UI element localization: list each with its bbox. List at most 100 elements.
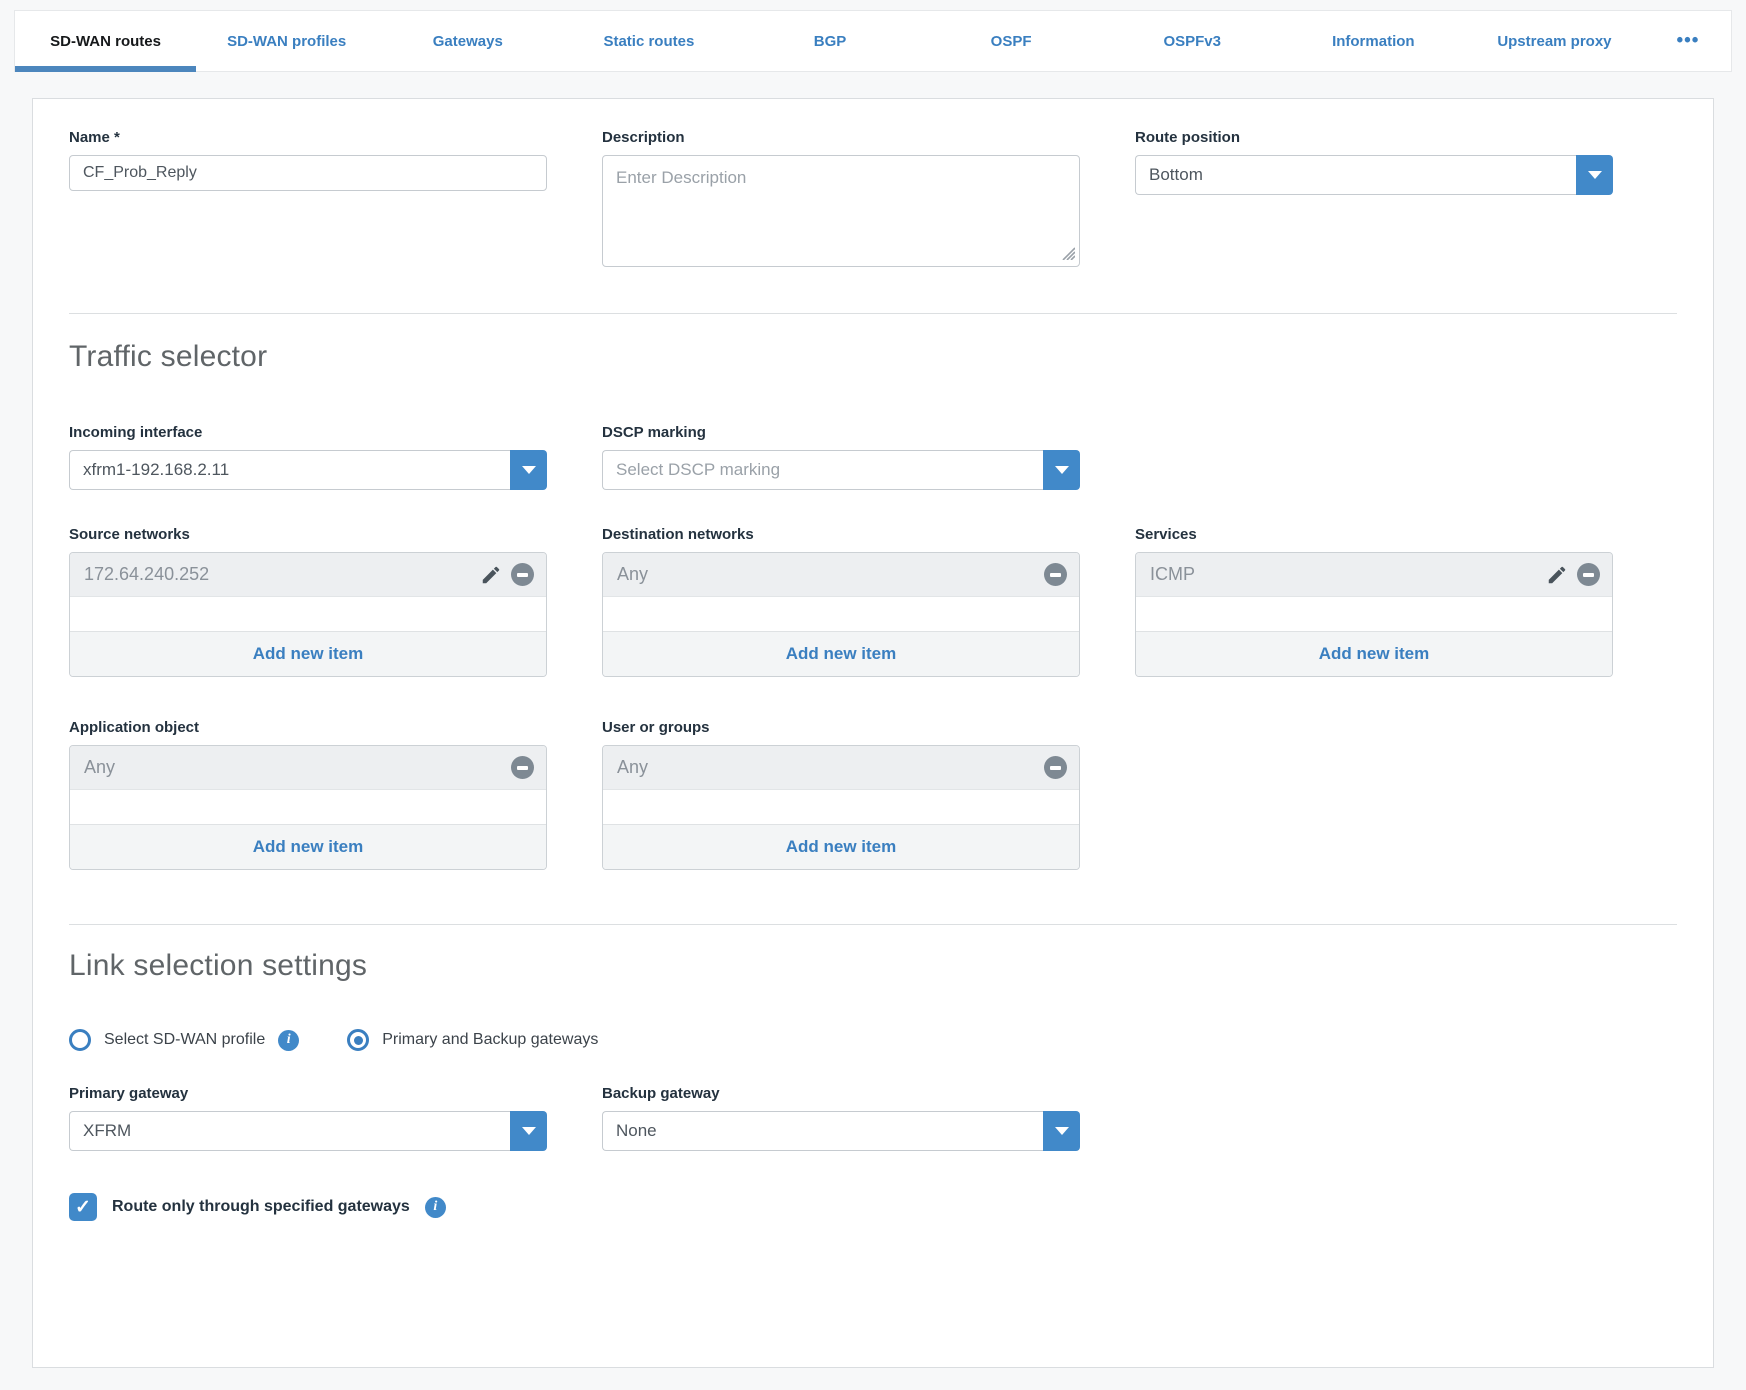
minus-glyph (1050, 573, 1061, 577)
source-networks-label: Source networks (69, 526, 547, 543)
list-empty-space (70, 597, 546, 631)
tab-ospfv3[interactable]: OSPFv3 (1102, 11, 1283, 71)
destination-networks-listbox: Any Add new item (602, 552, 1080, 677)
tab-sdwan-profiles[interactable]: SD-WAN profiles (196, 11, 377, 71)
dropdown-button[interactable] (1043, 1111, 1080, 1151)
chevron-down-icon (1588, 171, 1602, 179)
dropdown-button[interactable] (510, 450, 547, 490)
backup-gateway-label: Backup gateway (602, 1085, 1080, 1102)
add-new-item-label: Add new item (253, 837, 364, 857)
tab-gateways[interactable]: Gateways (377, 11, 558, 71)
destination-networks-label: Destination networks (602, 526, 1080, 543)
minus-glyph (517, 766, 528, 770)
tab-sdwan-routes[interactable]: SD-WAN routes (15, 11, 196, 71)
application-object-label: Application object (69, 719, 547, 736)
checkbox-checked-icon[interactable]: ✓ (69, 1193, 97, 1221)
remove-icon[interactable] (511, 563, 534, 586)
application-object-add-button[interactable]: Add new item (70, 824, 546, 869)
name-label: Name * (69, 129, 547, 146)
minus-glyph (1050, 766, 1061, 770)
tab-bgp[interactable]: BGP (739, 11, 920, 71)
dropdown-button[interactable] (1043, 450, 1080, 490)
remove-icon[interactable] (1044, 756, 1067, 779)
description-label: Description (602, 129, 1080, 146)
application-users-row: Application object Any Add new item User… (69, 719, 1677, 870)
radio-select-sdwan-profile[interactable]: Select SD-WAN profile i (69, 1029, 299, 1051)
chevron-down-icon (522, 1127, 536, 1135)
gateways-row: Primary gateway XFRM Backup gateway None (69, 1085, 1677, 1151)
minus-glyph (517, 573, 528, 577)
link-selection-radio-row: Select SD-WAN profile i Primary and Back… (69, 1029, 1677, 1051)
application-object-listbox: Any Add new item (69, 745, 547, 870)
list-item-text: Any (617, 564, 648, 585)
remove-icon[interactable] (1044, 563, 1067, 586)
add-new-item-label: Add new item (253, 644, 364, 664)
source-networks-field-group: Source networks 172.64.240.252 Add new i… (69, 526, 547, 677)
description-textarea[interactable] (602, 155, 1080, 267)
services-field-group: Services ICMP Add new item (1135, 526, 1613, 677)
user-or-groups-add-button[interactable]: Add new item (603, 824, 1079, 869)
resize-grip-icon[interactable] (1060, 245, 1075, 260)
tab-ospf[interactable]: OSPF (921, 11, 1102, 71)
description-field-group: Description (602, 129, 1080, 267)
tab-static-routes[interactable]: Static routes (558, 11, 739, 71)
check-glyph: ✓ (75, 1198, 91, 1217)
route-position-value: Bottom (1135, 155, 1576, 195)
interface-dscp-row: Incoming interface xfrm1-192.168.2.11 DS… (69, 424, 1677, 490)
edit-icon[interactable] (480, 564, 502, 586)
info-icon[interactable]: i (278, 1030, 299, 1051)
user-or-groups-listbox: Any Add new item (602, 745, 1080, 870)
chevron-down-icon (522, 466, 536, 474)
list-item-text: ICMP (1150, 564, 1195, 585)
dropdown-button[interactable] (510, 1111, 547, 1151)
dropdown-button[interactable] (1576, 155, 1613, 195)
primary-gateway-label: Primary gateway (69, 1085, 547, 1102)
tab-information[interactable]: Information (1283, 11, 1464, 71)
incoming-interface-dropdown[interactable]: xfrm1-192.168.2.11 (69, 450, 547, 490)
dscp-marking-label: DSCP marking (602, 424, 1080, 441)
incoming-interface-label: Incoming interface (69, 424, 547, 441)
section-divider (69, 924, 1677, 925)
backup-gateway-value: None (602, 1111, 1043, 1151)
list-item-text: 172.64.240.252 (84, 564, 209, 585)
dscp-marking-dropdown[interactable]: Select DSCP marking (602, 450, 1080, 490)
tab-upstream-proxy[interactable]: Upstream proxy (1464, 11, 1645, 71)
list-item: Any (70, 746, 546, 790)
services-add-button[interactable]: Add new item (1136, 631, 1612, 676)
backup-gateway-dropdown[interactable]: None (602, 1111, 1080, 1151)
route-position-field-group: Route position Bottom (1135, 129, 1613, 195)
backup-gateway-field-group: Backup gateway None (602, 1085, 1080, 1151)
radio-checked-icon[interactable] (347, 1029, 369, 1051)
list-item: Any (603, 746, 1079, 790)
radio-label: Primary and Backup gateways (382, 1031, 598, 1049)
radio-unchecked-icon[interactable] (69, 1029, 91, 1051)
section-divider (69, 313, 1677, 314)
remove-icon[interactable] (1577, 563, 1600, 586)
source-networks-add-button[interactable]: Add new item (70, 631, 546, 676)
incoming-interface-value: xfrm1-192.168.2.11 (69, 450, 510, 490)
primary-gateway-dropdown[interactable]: XFRM (69, 1111, 547, 1151)
chevron-down-icon (1055, 1127, 1069, 1135)
add-new-item-label: Add new item (1319, 644, 1430, 664)
more-tabs-icon[interactable]: ••• (1645, 11, 1731, 71)
destination-networks-field-group: Destination networks Any Add new item (602, 526, 1080, 677)
route-position-label: Route position (1135, 129, 1613, 146)
radio-primary-backup-gateways[interactable]: Primary and Backup gateways (347, 1029, 598, 1051)
tab-bar: SD-WAN routes SD-WAN profiles Gateways S… (14, 10, 1732, 72)
edit-icon[interactable] (1546, 564, 1568, 586)
info-icon[interactable]: i (425, 1197, 446, 1218)
name-input[interactable] (69, 155, 547, 191)
remove-icon[interactable] (511, 756, 534, 779)
dscp-marking-placeholder: Select DSCP marking (602, 450, 1043, 490)
name-field-group: Name * (69, 129, 547, 191)
add-new-item-label: Add new item (786, 837, 897, 857)
list-item: Any (603, 553, 1079, 597)
sdwan-route-form-panel: Name * Description Route position Bottom (32, 98, 1714, 1368)
route-position-dropdown[interactable]: Bottom (1135, 155, 1613, 195)
list-empty-space (603, 597, 1079, 631)
primary-gateway-value: XFRM (69, 1111, 510, 1151)
list-empty-space (1136, 597, 1612, 631)
list-item: ICMP (1136, 553, 1612, 597)
destination-networks-add-button[interactable]: Add new item (603, 631, 1079, 676)
radio-label: Select SD-WAN profile (104, 1031, 265, 1049)
